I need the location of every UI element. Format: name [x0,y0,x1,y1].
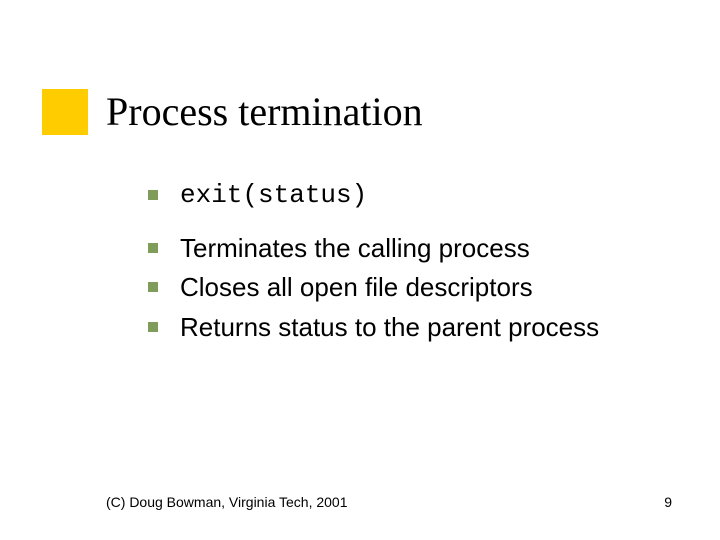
bullet-icon [148,190,158,200]
list-item: Returns status to the parent process [148,312,668,343]
bullet-icon [148,322,158,332]
bullet-text: Returns status to the parent process [180,312,599,343]
footer-page-number: 9 [664,494,672,510]
list-item: exit(status) [148,180,668,211]
bullet-list: exit(status) Terminates the calling proc… [148,180,668,351]
accent-square [42,89,88,135]
list-item: Closes all open file descriptors [148,272,668,303]
bullet-icon [148,282,158,292]
list-item: Terminates the calling process [148,233,668,264]
bullet-icon [148,243,158,253]
footer-copyright: (C) Doug Bowman, Virginia Tech, 2001 [106,494,348,510]
slide-title: Process termination [106,88,423,135]
bullet-text-code: exit(status) [180,180,367,211]
bullet-text: Terminates the calling process [180,233,530,264]
bullet-text: Closes all open file descriptors [180,272,533,303]
